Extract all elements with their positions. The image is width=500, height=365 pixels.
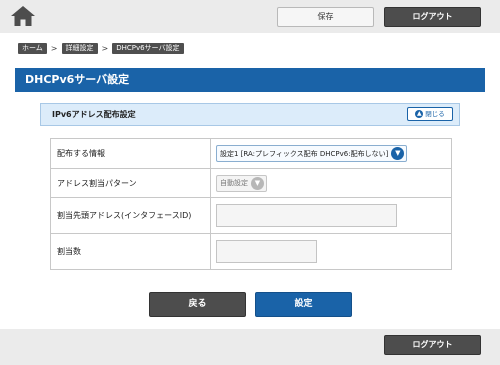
row-label-allocation-count: 割当数 xyxy=(50,233,211,270)
page-title: DHCPv6サーバ設定 xyxy=(15,68,485,92)
row-label-start-address: 割当先頭アドレス(インタフェースID) xyxy=(50,197,211,234)
breadcrumb-separator: > xyxy=(50,44,58,53)
allocation-pattern-select[interactable]: 自動設定 ▼ xyxy=(216,174,267,192)
close-section-label: 閉じる xyxy=(425,110,445,118)
chevron-down-icon: ▼ xyxy=(391,147,405,160)
logout-button[interactable]: ログアウト xyxy=(384,7,481,27)
save-button[interactable]: 保存 xyxy=(277,7,374,27)
row-label-distribution-info: 配布する情報 xyxy=(50,138,211,169)
breadcrumb: ホーム > 詳細設定 > DHCPv6サーバ設定 xyxy=(18,43,184,54)
footer-logout-button[interactable]: ログアウト xyxy=(384,335,481,355)
start-address-input[interactable] xyxy=(216,204,397,227)
home-button[interactable] xyxy=(10,4,36,28)
footer-bar: ログアウト xyxy=(0,329,500,365)
breadcrumb-advanced-settings[interactable]: 詳細設定 xyxy=(61,43,98,54)
row-label-allocation-pattern: アドレス割当パターン xyxy=(50,168,211,198)
row-value-cell: 自動設定 ▼ xyxy=(210,168,452,198)
distribution-info-select[interactable]: 設定1 [RA:プレフィックス配布 DHCPv6:配布しない] ▼ xyxy=(216,145,408,162)
table-row: アドレス割当パターン 自動設定 ▼ xyxy=(50,168,452,198)
chevron-down-icon: ▼ xyxy=(251,176,264,190)
breadcrumb-current: DHCPv6サーバ設定 xyxy=(112,43,184,54)
section-title: IPv6アドレス配布設定 xyxy=(52,110,136,119)
apply-button[interactable]: 設定 xyxy=(255,292,352,317)
row-value-cell: 設定1 [RA:プレフィックス配布 DHCPv6:配布しない] ▼ xyxy=(210,138,452,169)
breadcrumb-separator: > xyxy=(101,44,109,53)
row-value-cell xyxy=(210,233,452,270)
home-icon xyxy=(11,6,35,26)
row-value-cell xyxy=(210,197,452,234)
table-row: 割当数 xyxy=(50,233,452,270)
allocation-pattern-value: 自動設定 xyxy=(220,179,248,187)
chevron-up-icon: ▲ xyxy=(415,110,424,118)
settings-table: 配布する情報 設定1 [RA:プレフィックス配布 DHCPv6:配布しない] ▼… xyxy=(50,138,452,270)
table-row: 割当先頭アドレス(インタフェースID) xyxy=(50,197,452,234)
distribution-info-value: 設定1 [RA:プレフィックス配布 DHCPv6:配布しない] xyxy=(220,149,389,158)
top-bar: 保存 ログアウト xyxy=(0,0,500,33)
close-section-button[interactable]: ▲ 閉じる xyxy=(407,107,453,121)
allocation-count-input[interactable] xyxy=(216,240,317,263)
back-button[interactable]: 戻る xyxy=(149,292,246,317)
breadcrumb-home[interactable]: ホーム xyxy=(18,43,47,54)
section-header: IPv6アドレス配布設定 ▲ 閉じる xyxy=(40,103,460,126)
table-row: 配布する情報 設定1 [RA:プレフィックス配布 DHCPv6:配布しない] ▼ xyxy=(50,138,452,169)
